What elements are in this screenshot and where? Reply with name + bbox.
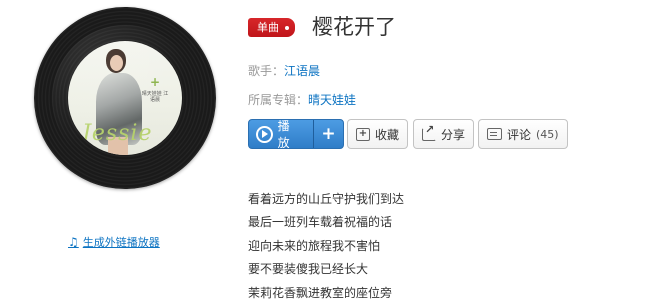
lyric-line: 迎向未来的旅程我不害怕 <box>248 238 381 253</box>
collect-icon: + <box>356 127 370 141</box>
lyric-line: 最后一班列车载着祝福的话 <box>248 215 393 230</box>
artist-label: 歌手： <box>248 64 285 78</box>
album-disc: + 晴天娃娃 江语晨 Jessie <box>34 7 216 189</box>
album-cover: + 晴天娃娃 江语晨 Jessie <box>68 41 182 155</box>
cover-plus-mark: + <box>150 75 161 89</box>
collect-label: 收藏 <box>375 127 400 142</box>
comment-label: 评论 <box>507 127 532 142</box>
album-row: 所属专辑：晴天娃娃 <box>248 91 356 108</box>
play-label: 播放 <box>277 119 290 149</box>
album-link[interactable]: 晴天娃娃 <box>308 93 356 107</box>
lyric-line: 茉莉花香飘进教室的座位旁 <box>248 285 393 299</box>
comment-button[interactable]: 评论 (45) <box>478 119 568 149</box>
share-icon <box>422 123 436 141</box>
cover-script-text: Jessie <box>82 121 153 146</box>
cover-small-text: 晴天娃娃 江语晨 <box>141 91 169 103</box>
generate-player-link[interactable]: ♫ 生成外链播放器 <box>68 234 160 250</box>
play-icon <box>256 125 273 143</box>
song-title: 樱花开了 <box>312 15 396 39</box>
comment-count: (45) <box>536 127 559 141</box>
single-tag: 单曲 <box>248 18 295 37</box>
play-button[interactable]: 播放 <box>249 120 308 148</box>
share-label: 分享 <box>441 127 466 142</box>
artist-row: 歌手：江语晨 <box>248 62 320 79</box>
collect-button[interactable]: + 收藏 <box>347 119 409 149</box>
player-link-label: 生成外链播放器 <box>82 236 160 249</box>
play-button-group: 播放 + <box>248 119 344 149</box>
lyrics-list: 看着远方的山丘守护我们到达 最后一班列车载着祝福的话 迎向未来的旅程我不害怕 要… <box>248 188 404 299</box>
lyric-line: 要不要装傻我已经长大 <box>248 262 369 277</box>
artist-link[interactable]: 江语晨 <box>284 64 320 78</box>
album-label: 所属专辑： <box>248 93 309 107</box>
add-to-playlist-button[interactable]: + <box>313 120 343 148</box>
lyric-line: 看着远方的山丘守护我们到达 <box>248 192 405 206</box>
share-button[interactable]: 分享 <box>413 119 475 149</box>
comment-icon <box>487 128 502 140</box>
cover-figure-face <box>110 55 123 71</box>
music-note-icon: ♫ <box>68 235 79 249</box>
